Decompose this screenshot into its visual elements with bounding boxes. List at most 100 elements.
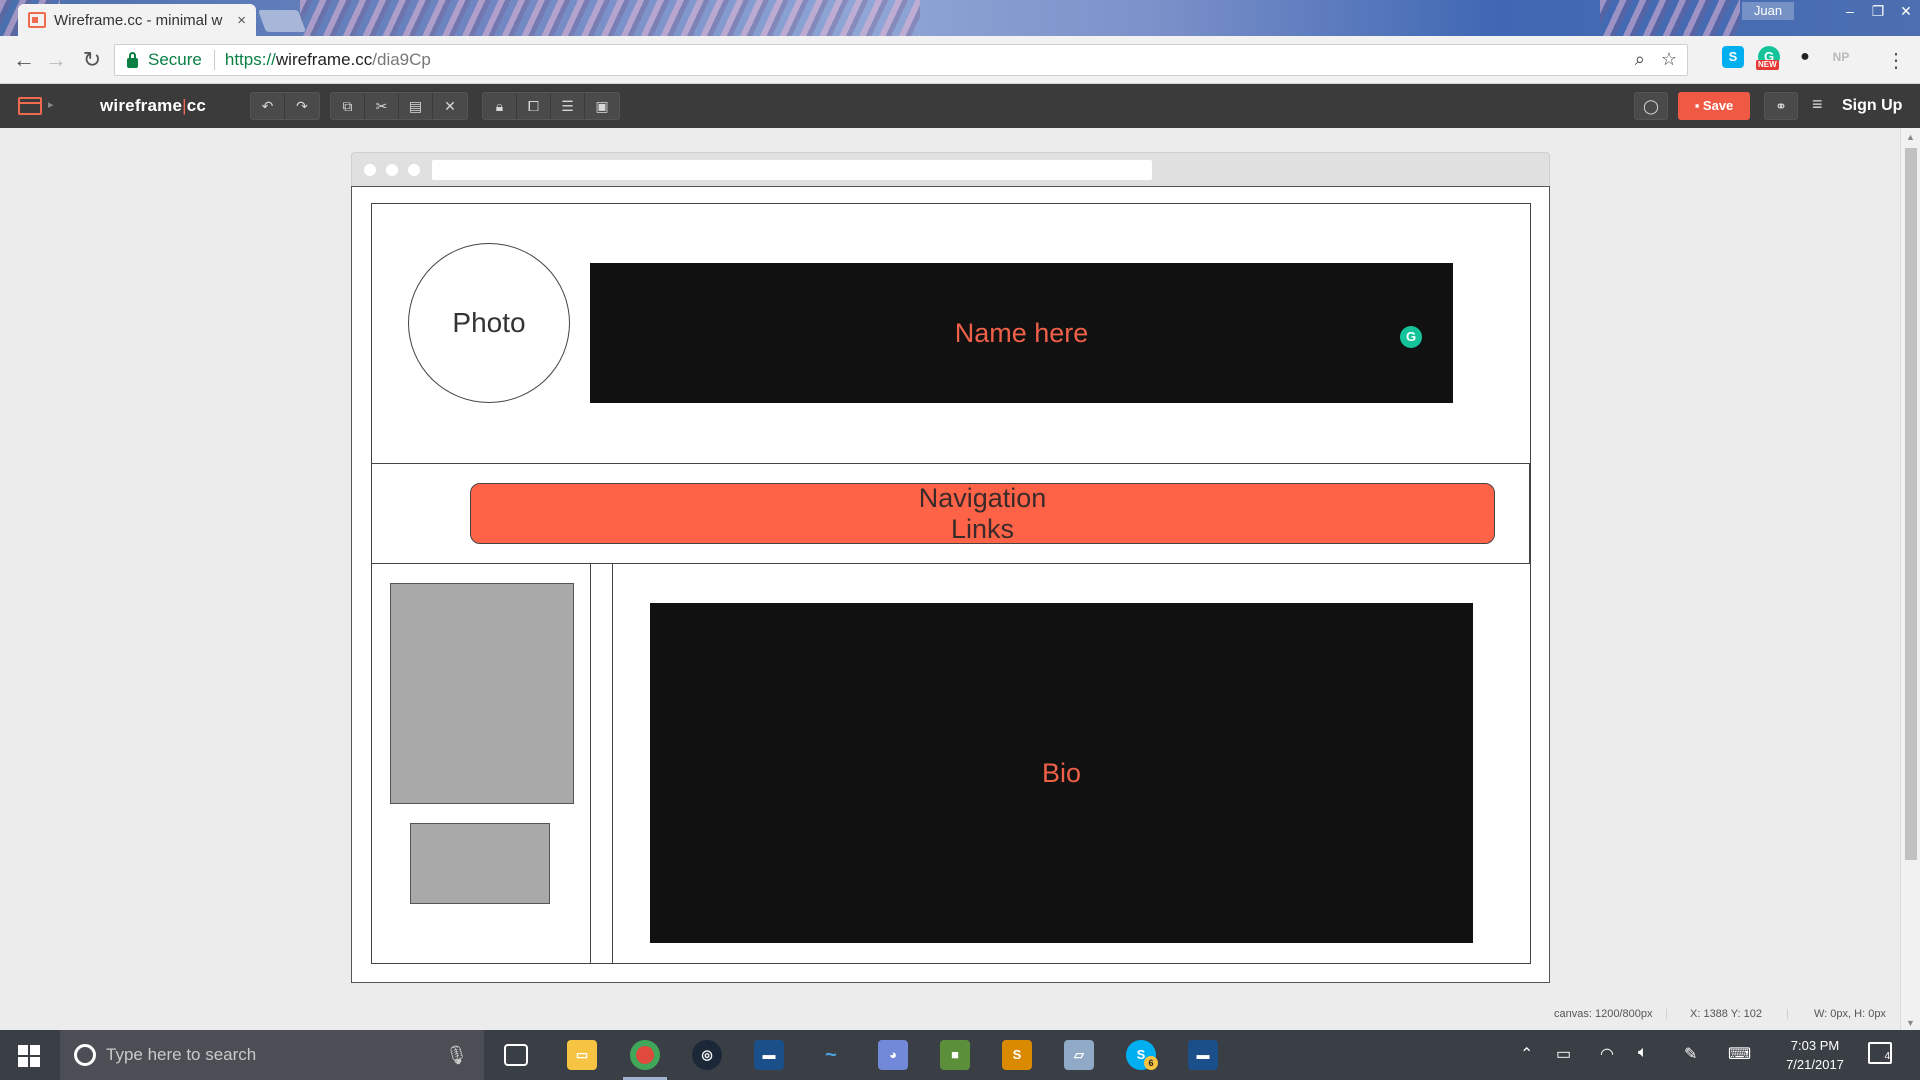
bring-front-icon[interactable]: ⧠ — [517, 93, 551, 119]
sign-up-link[interactable]: Sign Up — [1842, 97, 1902, 115]
windows-taskbar: Type here to search 🎙︎ ▭ ◎ ▬ ~ ◕ ■ S ▱ S… — [0, 1030, 1920, 1080]
app-toolbar: ▸ wireframe|cc ↶ ↷ ⧉ ✂ ▤ ✕ 🔒︎ ⧠ ☰ ▣ ◯ ▪ … — [0, 84, 1920, 128]
comment-icon[interactable]: ◯ — [1634, 92, 1668, 120]
cut-icon[interactable]: ✂ — [365, 93, 399, 119]
restore-icon[interactable]: ❐ — [1864, 0, 1892, 22]
mock-browser-frame — [351, 152, 1550, 186]
back-arrow-icon[interactable]: ← — [10, 46, 38, 74]
bio-box[interactable]: Bio — [650, 603, 1473, 943]
history-group: ↶ ↷ — [250, 92, 320, 120]
skype-badge: 6 — [1144, 1056, 1158, 1070]
url-host: wireframe.cc — [275, 50, 373, 69]
profile-button[interactable]: Juan — [1742, 2, 1794, 20]
divider — [213, 50, 215, 70]
app-menu-icon[interactable] — [18, 97, 42, 115]
clock-date: 7/21/2017 — [1786, 1057, 1844, 1072]
close-window-icon[interactable]: ✕ — [1892, 0, 1920, 22]
battery-icon[interactable]: ▭ — [1556, 1044, 1571, 1064]
volume-icon[interactable]: 🔈︎ — [1638, 1044, 1648, 1062]
wifi-icon[interactable]: ◠ — [1600, 1044, 1614, 1064]
copy-icon[interactable]: ⧉ — [331, 93, 365, 119]
dolphin-icon[interactable]: ~ — [816, 1040, 846, 1070]
windows-start-icon[interactable] — [18, 1045, 40, 1067]
steam-icon[interactable]: ◎ — [692, 1040, 722, 1070]
notification-count: 4 — [1884, 1051, 1890, 1062]
scroll-up-icon[interactable]: ▲ — [1906, 132, 1915, 142]
new-tab-button[interactable] — [257, 10, 307, 32]
image-placeholder-small[interactable] — [410, 823, 550, 904]
cortana-icon — [74, 1044, 96, 1066]
url-bar[interactable]: Secure https:// wireframe.cc /dia9Cp ⌕ ☆ — [114, 44, 1688, 76]
taskbar-search-box[interactable]: Type here to search 🎙︎ — [60, 1030, 484, 1080]
brand-logo: wireframe|cc — [100, 96, 206, 116]
url-protocol: https:// — [224, 50, 276, 69]
discord-icon[interactable]: ◕ — [878, 1040, 908, 1070]
taskbar-clock[interactable]: 7:03 PM 7/21/2017 — [1770, 1036, 1860, 1074]
chrome-icon[interactable] — [630, 1040, 660, 1070]
clock-time: 7:03 PM — [1790, 1038, 1840, 1053]
lock-icon — [127, 51, 138, 68]
share-icon[interactable]: ⚭ — [1764, 92, 1798, 120]
grammarly-icon[interactable]: G — [1400, 326, 1422, 348]
zoom-icon[interactable]: ⌕ — [1635, 49, 1645, 70]
hamburger-menu-icon[interactable]: ≡ — [1812, 94, 1823, 115]
mock-dot — [386, 164, 398, 176]
sublime-icon[interactable]: S — [1002, 1040, 1032, 1070]
brand-suffix: cc — [186, 96, 207, 115]
new-badge: NEW — [1756, 60, 1779, 70]
mock-dot — [408, 164, 420, 176]
np-extension-icon[interactable]: NP — [1830, 46, 1852, 68]
save-button[interactable]: ▪ Save — [1678, 92, 1750, 120]
minecraft-icon[interactable]: ■ — [940, 1040, 970, 1070]
canvas-size-readout: canvas: 1200/800px — [1554, 1008, 1653, 1020]
close-tab-icon[interactable]: × — [237, 12, 246, 29]
navigation-links-box[interactable]: Navigation Links — [470, 483, 1495, 544]
bomb-extension-icon[interactable]: ● — [1794, 46, 1816, 68]
brand-name: wireframe — [100, 96, 183, 115]
mock-dot — [364, 164, 376, 176]
paste-icon[interactable]: ▤ — [399, 93, 433, 119]
browser-menu-icon[interactable]: ⋮ — [1886, 48, 1906, 73]
column-divider[interactable] — [590, 563, 613, 964]
secure-label: Secure — [148, 50, 202, 69]
keyboard-icon[interactable]: ⌨ — [1728, 1044, 1751, 1064]
browser-titlebar: Wireframe.cc - minimal w × Juan – ❐ ✕ — [0, 0, 1920, 36]
app-icon-blue[interactable]: ▬ — [754, 1040, 784, 1070]
microphone-icon[interactable]: 🎙︎ — [445, 1045, 468, 1066]
window-controls: – ❐ ✕ — [1836, 0, 1920, 22]
nav-label-line1: Navigation — [918, 482, 1047, 513]
bookmark-star-icon[interactable]: ☆ — [1661, 49, 1677, 70]
group-icon[interactable]: ▣ — [585, 93, 619, 119]
skype-extension-icon[interactable]: S — [1722, 46, 1744, 68]
undo-icon[interactable]: ↶ — [251, 93, 285, 119]
file-explorer-icon[interactable]: ▭ — [567, 1040, 597, 1070]
save-label: Save — [1702, 98, 1734, 113]
align-icon[interactable]: ☰ — [551, 93, 585, 119]
system-app-icon[interactable]: ▱ — [1064, 1040, 1094, 1070]
action-center-icon[interactable]: 4 — [1868, 1042, 1892, 1064]
url-path: /dia9Cp — [372, 50, 431, 69]
caret-right-icon: ▸ — [48, 99, 54, 111]
wallpaper-blossom — [1600, 0, 1740, 36]
redo-icon[interactable]: ↷ — [285, 93, 319, 119]
task-view-icon[interactable] — [504, 1044, 528, 1066]
grammarly-extension-icon[interactable]: G NEW — [1756, 46, 1780, 70]
image-placeholder[interactable] — [390, 583, 574, 804]
delete-icon[interactable]: ✕ — [433, 93, 467, 119]
reload-icon[interactable]: ↻ — [78, 46, 106, 74]
show-hidden-icons-icon[interactable]: ⌃ — [1520, 1044, 1533, 1064]
clipboard-group: ⧉ ✂ ▤ ✕ — [330, 92, 468, 120]
scroll-down-icon[interactable]: ▼ — [1906, 1018, 1915, 1028]
photo-placeholder[interactable]: Photo — [408, 243, 570, 403]
vertical-scrollbar[interactable]: ▲ ▼ — [1900, 128, 1920, 1030]
pen-icon[interactable]: ✎ — [1684, 1044, 1697, 1064]
browser-tab[interactable]: Wireframe.cc - minimal w × — [18, 4, 256, 36]
minimize-icon[interactable]: – — [1836, 0, 1864, 22]
app-icon-blue-2[interactable]: ▬ — [1188, 1040, 1218, 1070]
forward-arrow-icon[interactable]: → — [42, 46, 70, 74]
name-header-box[interactable]: Name here — [590, 263, 1453, 403]
lock-element-icon[interactable]: 🔒︎ — [483, 93, 517, 119]
skype-taskbar-icon[interactable]: S 6 — [1126, 1040, 1158, 1070]
scroll-thumb[interactable] — [1905, 148, 1917, 860]
wireframe-favicon-icon — [28, 12, 46, 28]
